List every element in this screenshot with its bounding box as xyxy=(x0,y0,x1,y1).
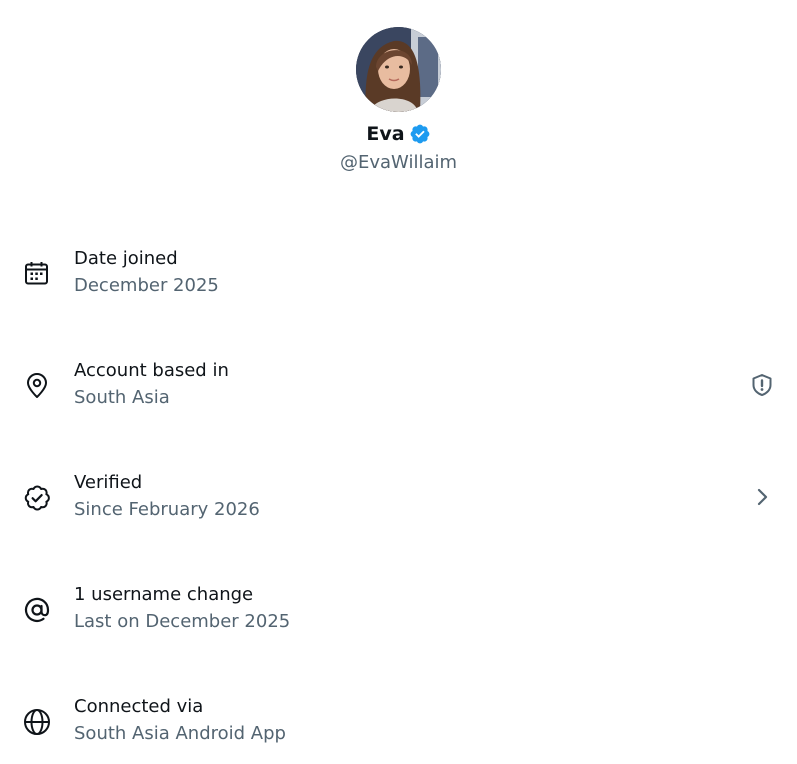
row-title-username-change: 1 username change xyxy=(74,584,254,605)
info-row-verified[interactable]: Verified Since February 2026 xyxy=(0,457,797,537)
info-row-connected-via: Connected via South Asia Android App xyxy=(0,681,797,761)
profile-header: Eva @EvaWillaim xyxy=(0,0,797,200)
row-subtitle-account-based-in: South Asia xyxy=(74,387,170,408)
row-subtitle-username-change: Last on December 2025 xyxy=(74,611,291,632)
at-sign-icon xyxy=(22,595,52,625)
location-pin-icon xyxy=(22,371,52,401)
verified-outline-icon xyxy=(22,483,52,513)
username-handle: @EvaWillaim xyxy=(339,152,458,173)
row-title-account-based-in: Account based in xyxy=(74,360,229,381)
info-row-date-joined: Date joined December 2025 xyxy=(0,233,797,313)
verified-badge-icon[interactable] xyxy=(409,123,431,145)
row-title-verified: Verified xyxy=(74,472,143,493)
chevron-right-icon[interactable] xyxy=(749,484,775,510)
display-name: Eva xyxy=(366,123,405,145)
row-subtitle-verified: Since February 2026 xyxy=(74,499,260,520)
row-subtitle-connected-via: South Asia Android App xyxy=(74,723,286,744)
globe-icon xyxy=(22,707,52,737)
name-row: Eva xyxy=(0,123,797,145)
calendar-icon xyxy=(22,259,52,289)
shield-alert-icon[interactable] xyxy=(749,372,775,398)
row-title-date-joined: Date joined xyxy=(74,248,178,269)
info-row-username-change: 1 username change Last on December 2025 xyxy=(0,569,797,649)
row-title-connected-via: Connected via xyxy=(74,696,204,717)
row-subtitle-date-joined: December 2025 xyxy=(74,275,219,296)
info-row-account-based-in: Account based in South Asia xyxy=(0,345,797,425)
avatar[interactable] xyxy=(356,27,441,112)
